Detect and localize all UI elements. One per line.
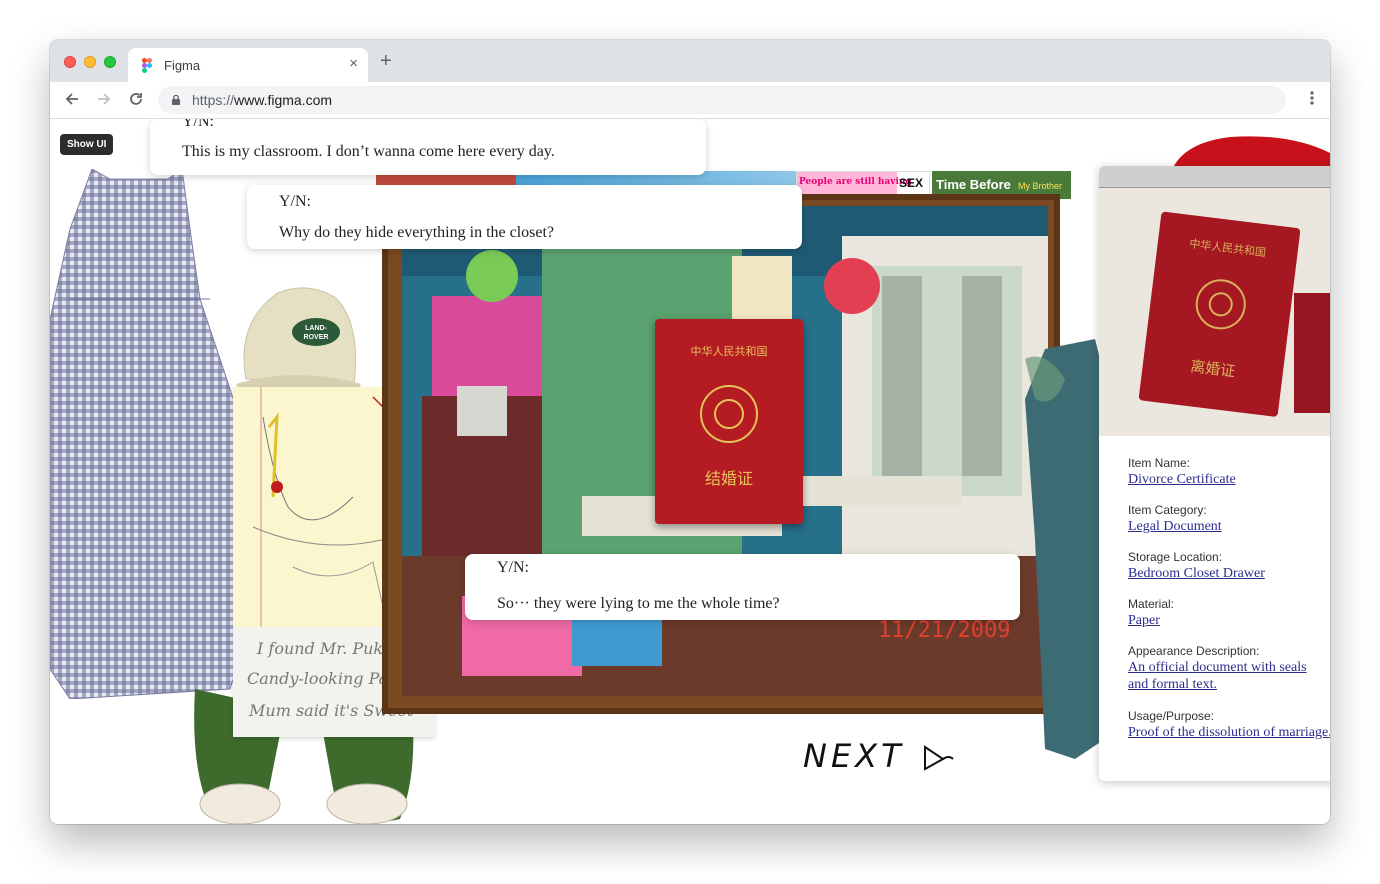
show-ui-button[interactable]: Show UI bbox=[60, 134, 114, 155]
dialogue-box-2: Y/N: Why do they hide everything in the … bbox=[247, 185, 802, 249]
storage-location-link[interactable]: Bedroom Closet Drawer bbox=[1128, 566, 1265, 582]
item-category-link[interactable]: Legal Document bbox=[1128, 519, 1222, 535]
url-text: https://www.figma.com bbox=[192, 92, 332, 108]
note-line-1: I found Mr. Puker bbox=[257, 639, 401, 658]
tab-close-icon[interactable]: × bbox=[349, 56, 358, 72]
figma-canvas: LAND- ROVER I found Mr. Puker Candy-look… bbox=[50, 119, 1330, 824]
browser-toolbar: https://www.figma.com bbox=[50, 82, 1330, 119]
banner-sex-title: SEX bbox=[898, 176, 923, 190]
dialogue-speaker: Y/N: bbox=[279, 193, 311, 210]
item-name-link[interactable]: Divorce Certificate bbox=[1128, 472, 1236, 488]
denim-jacket-image bbox=[1025, 339, 1110, 759]
dialogue-box-3: Y/N: So··· they were lying to me the who… bbox=[465, 554, 1020, 620]
dialogue-box-1: Y/N: This is my classroom. I don’t wanna… bbox=[150, 119, 706, 175]
url-scheme: https:// bbox=[192, 92, 235, 108]
divorce-certificate-image: 中华人民共和国 离婚证 bbox=[1099, 188, 1330, 436]
appearance-link-line-1[interactable]: An official document with seals bbox=[1128, 660, 1307, 676]
usage-label: Usage/Purpose: bbox=[1128, 709, 1215, 723]
forward-arrow-icon[interactable] bbox=[96, 91, 112, 107]
item-info-panel: 中华人民共和国 离婚证 Item Name: Divorce Certifica… bbox=[1099, 166, 1330, 781]
banner-time-title: Time Before bbox=[936, 177, 1011, 192]
item-name-label: Item Name: bbox=[1128, 456, 1191, 470]
panel-toolbar-strip bbox=[1099, 166, 1330, 188]
dialogue-speaker: Y/N: bbox=[182, 119, 214, 130]
reload-icon[interactable] bbox=[128, 91, 144, 107]
svg-text:ROVER: ROVER bbox=[304, 334, 329, 341]
item-category-label: Item Category: bbox=[1128, 503, 1207, 517]
people-sex-banner: People are still having SEX bbox=[796, 171, 930, 195]
back-arrow-icon[interactable] bbox=[64, 91, 80, 107]
tab-bar: Figma × + bbox=[50, 40, 1330, 82]
material-label: Material: bbox=[1128, 597, 1175, 611]
marriage-certificate-image[interactable]: 中华人民共和国 结婚证 bbox=[655, 319, 803, 524]
address-bar[interactable]: https://www.figma.com bbox=[158, 86, 1286, 114]
url-host: www.figma.com bbox=[234, 92, 333, 108]
new-tab-button[interactable]: + bbox=[380, 51, 392, 71]
minimize-window-button[interactable] bbox=[84, 56, 96, 68]
close-window-button[interactable] bbox=[64, 56, 76, 68]
svg-text:结婚证: 结婚证 bbox=[705, 469, 753, 488]
banner-time-subtitle: My Brother bbox=[1018, 181, 1063, 191]
maximize-window-button[interactable] bbox=[104, 56, 116, 68]
banner-sex-subtitle: People are still having bbox=[799, 177, 912, 187]
appearance-label: Appearance Description: bbox=[1128, 644, 1260, 658]
divorce-certificate-icon: 中华人民共和国 离婚证 bbox=[1138, 211, 1330, 417]
storage-location-label: Storage Location: bbox=[1128, 550, 1223, 564]
land-rover-cap-image: LAND- ROVER bbox=[236, 287, 361, 394]
dialogue-line: Why do they hide everything in the close… bbox=[279, 224, 555, 241]
dialogue-line: This is my classroom. I don’t wanna come… bbox=[182, 143, 555, 160]
dialogue-line: So··· they were lying to me the whole ti… bbox=[497, 595, 780, 612]
next-button-label: NEXT bbox=[803, 737, 905, 775]
appearance-link-line-2[interactable]: and formal text. bbox=[1128, 677, 1217, 693]
svg-text:LAND-: LAND- bbox=[305, 325, 327, 332]
dialogue-speaker: Y/N: bbox=[497, 559, 529, 576]
figma-icon bbox=[142, 58, 152, 73]
svg-text:中华人民共和国: 中华人民共和国 bbox=[691, 344, 768, 358]
material-link[interactable]: Paper bbox=[1128, 613, 1160, 629]
certificate-emblem-icon: 中华人民共和国 结婚证 bbox=[691, 344, 768, 488]
photo-timestamp: 11/21/2009 bbox=[878, 618, 1011, 643]
gingham-dress-image bbox=[50, 169, 250, 699]
next-button[interactable]: NEXT bbox=[803, 737, 963, 777]
lock-icon bbox=[172, 95, 180, 105]
browser-window: Figma × + https://www.figma.com LAND- RO… bbox=[50, 40, 1330, 824]
tab-title: Figma bbox=[164, 58, 201, 73]
usage-link[interactable]: Proof of the dissolution of marriage. bbox=[1128, 725, 1330, 741]
kebab-menu-icon[interactable] bbox=[1310, 90, 1314, 106]
tab-figma[interactable]: Figma × bbox=[128, 48, 368, 82]
